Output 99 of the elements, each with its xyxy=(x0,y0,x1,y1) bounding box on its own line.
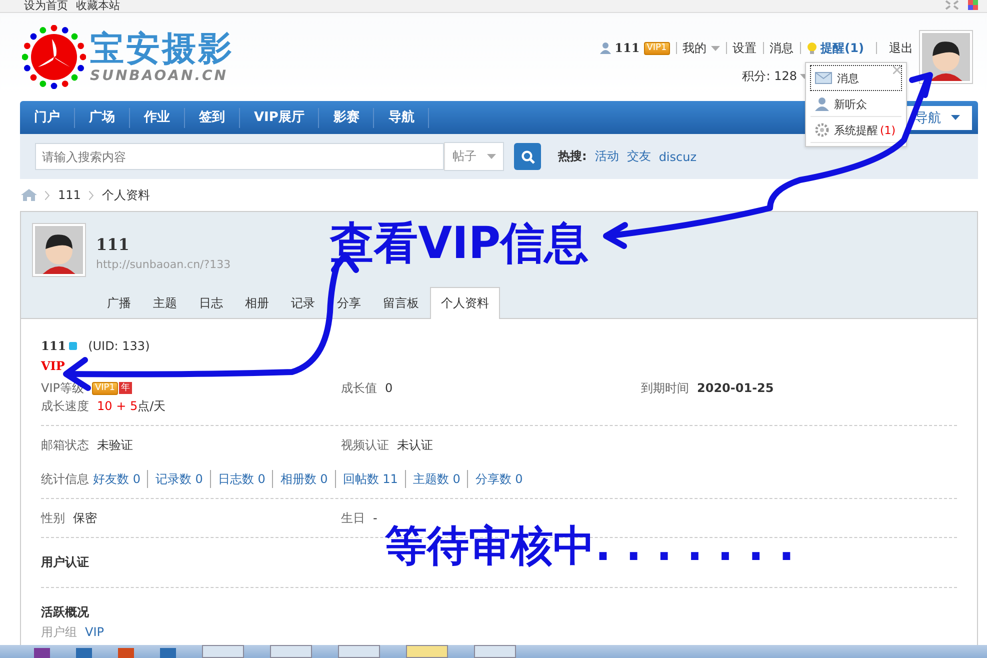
profile-tab[interactable]: 主题 xyxy=(142,287,188,319)
taskbar-button[interactable] xyxy=(406,645,448,658)
field-value: 0 xyxy=(385,380,393,397)
stat-link[interactable]: 主题数 0 xyxy=(404,470,468,488)
hot-search-link[interactable]: 交友 xyxy=(626,148,651,165)
field-value: 10 + 5 xyxy=(97,398,138,415)
section-title: 用户认证 xyxy=(41,554,89,571)
logo-icon xyxy=(22,25,86,89)
field-value: 未认证 xyxy=(397,437,433,454)
field-label: 邮箱状态 xyxy=(41,437,89,454)
nav-item[interactable]: VIP展厅 xyxy=(240,108,320,128)
profile-tab[interactable]: 留言板 xyxy=(372,287,430,319)
logo-text: 宝安摄影 xyxy=(90,30,234,68)
hot-search-link[interactable]: 活动 xyxy=(594,148,619,165)
chevron-icon xyxy=(45,190,50,200)
hot-search-link[interactable]: discuz xyxy=(658,150,697,164)
field-value: - xyxy=(373,510,378,527)
search-icon xyxy=(520,150,534,164)
user-icon xyxy=(815,97,829,111)
menu-item[interactable]: 系统提醒 (1) xyxy=(810,117,902,143)
field-label: 用户组 xyxy=(41,624,77,641)
hot-search-label: 热搜: xyxy=(558,148,587,165)
scope-select[interactable]: 帖子 xyxy=(444,142,504,171)
user-id: (UID: 133) xyxy=(88,339,150,353)
online-icon xyxy=(69,342,78,350)
unit-text: 点/天 xyxy=(138,398,166,415)
nav-item[interactable]: 门户 xyxy=(20,108,75,128)
field-value: 2020-01-25 xyxy=(697,380,774,397)
caret-icon xyxy=(710,46,720,50)
header-link[interactable]: 设置 xyxy=(732,40,757,56)
header-link[interactable]: 我的 xyxy=(682,40,707,56)
stat-link[interactable]: 相册数 0 xyxy=(272,470,335,488)
logout-link[interactable]: 退出 xyxy=(889,40,913,56)
field-label: 成长速度 xyxy=(41,398,89,415)
field-value: 未验证 xyxy=(97,437,133,454)
field-label: 成长值 xyxy=(341,380,377,397)
lightbulb-icon xyxy=(806,42,817,54)
search-field[interactable]: 请输入搜索内容 xyxy=(35,143,444,170)
profile-tab[interactable]: 日志 xyxy=(188,287,234,319)
taskbar-button[interactable] xyxy=(270,645,312,658)
vip-badge: VIP1 xyxy=(92,382,118,394)
field-label: 视频认证 xyxy=(341,437,389,454)
breadcrumb-link[interactable]: 111 xyxy=(58,188,81,202)
stat-link[interactable]: 分享数 0 xyxy=(467,470,530,488)
vip-badge: VIP1 xyxy=(644,42,670,54)
field-label: 统计信息 xyxy=(41,471,89,488)
stat-link[interactable]: 回帖数 11 xyxy=(334,470,405,488)
envelope-icon xyxy=(815,72,832,84)
menu-item[interactable]: 新听众 xyxy=(810,91,902,117)
notice-link[interactable]: 提醒(1) xyxy=(820,40,864,56)
header-link[interactable]: 消息 xyxy=(770,40,794,56)
nav-item[interactable]: 广场 xyxy=(75,108,130,128)
avatar[interactable] xyxy=(919,30,973,84)
section-title: 活跃概况 xyxy=(41,604,89,621)
username-link[interactable]: 111 xyxy=(614,41,640,55)
stat-link[interactable]: 记录数 0 xyxy=(147,470,210,488)
group-tag: VIP xyxy=(41,359,957,373)
breadcrumb-link[interactable]: 个人资料 xyxy=(102,186,150,204)
nav-item[interactable]: 影赛 xyxy=(319,108,374,128)
caret-icon xyxy=(486,154,496,159)
person-icon xyxy=(35,226,83,274)
logo-subtitle: SUNBAOAN.CN xyxy=(90,68,230,84)
field-label: 到期时间 xyxy=(641,380,689,397)
person-icon xyxy=(922,33,970,81)
points-link[interactable]: 积分: 128 xyxy=(742,68,797,84)
avatar[interactable] xyxy=(32,223,86,277)
menu-item[interactable]: 消息 xyxy=(810,65,902,91)
nav-item[interactable]: 导航 xyxy=(374,108,430,128)
expand-icon[interactable] xyxy=(945,0,959,10)
home-icon[interactable] xyxy=(21,189,37,201)
caret-icon xyxy=(951,115,960,120)
taskbar-button[interactable] xyxy=(474,645,516,658)
gear-icon xyxy=(815,123,829,137)
nav-item[interactable]: 签到 xyxy=(185,108,240,128)
field-label: 性别 xyxy=(41,510,65,527)
annotation-text: 等待审核中. . . . . . . xyxy=(385,520,794,572)
stat-link[interactable]: 日志数 0 xyxy=(210,470,272,488)
close-icon[interactable] xyxy=(893,66,901,74)
top-link[interactable]: 收藏本站 xyxy=(76,0,120,12)
search-button[interactable] xyxy=(514,143,541,170)
top-link[interactable]: 设为首页 xyxy=(24,0,68,12)
palette-icon[interactable] xyxy=(967,0,979,10)
chevron-icon xyxy=(88,190,94,200)
profile-tab[interactable]: 广播 xyxy=(96,287,142,319)
stat-link[interactable]: 好友数 0 xyxy=(93,470,148,488)
profile-tab[interactable]: 相册 xyxy=(234,287,280,319)
field-value[interactable]: VIP xyxy=(85,623,104,641)
user-name: 111 xyxy=(41,339,66,353)
profile-tab[interactable]: 分享 xyxy=(326,287,372,319)
field-value: 保密 xyxy=(73,510,97,527)
field-label: 生日 xyxy=(341,510,365,527)
user-icon xyxy=(600,42,611,54)
taskbar-button[interactable] xyxy=(338,645,380,658)
year-badge: 年 xyxy=(118,382,132,394)
nav-item[interactable]: 作业 xyxy=(130,108,185,128)
profile-tab[interactable]: 个人资料 xyxy=(430,287,500,319)
taskbar-button[interactable] xyxy=(202,645,244,658)
profile-name: 111 xyxy=(96,235,130,254)
profile-tab[interactable]: 记录 xyxy=(280,287,326,319)
